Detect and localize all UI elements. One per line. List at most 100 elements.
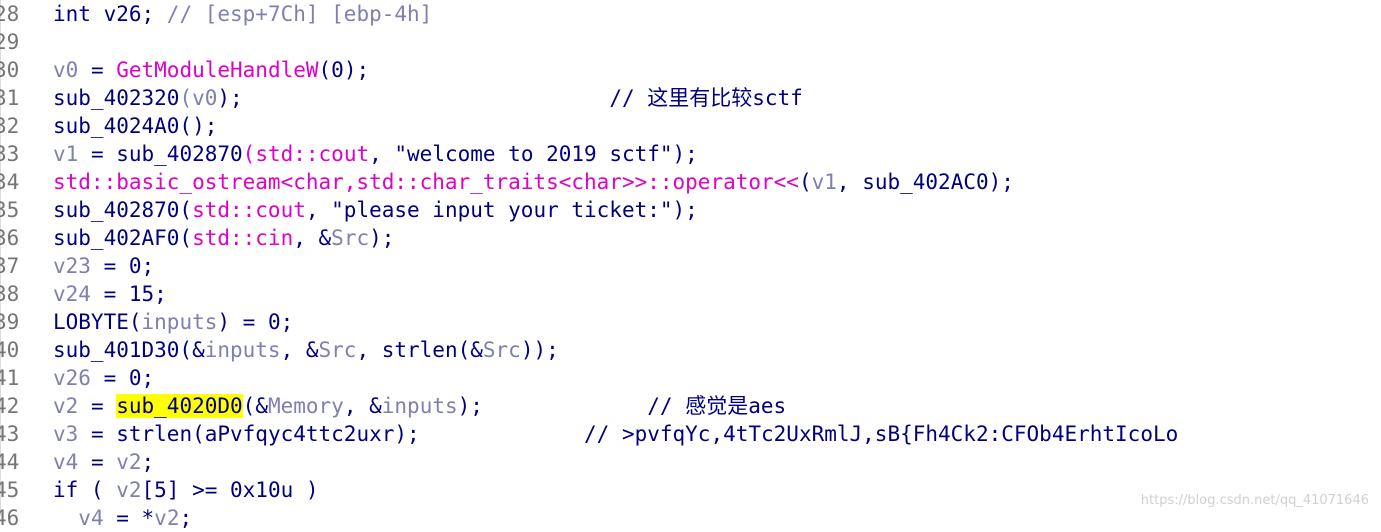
code-token[interactable]: v26	[53, 366, 91, 390]
code-token[interactable]: v4	[78, 506, 103, 530]
code-text[interactable]: LOBYTE(inputs) = 0;	[53, 308, 293, 336]
code-token[interactable]: = 0;	[91, 254, 155, 278]
code-token[interactable]: (v0	[179, 86, 217, 110]
code-token[interactable]: // 这里有比较sctf	[609, 86, 803, 110]
code-token[interactable]: std::cin	[192, 226, 293, 250]
code-token[interactable]: ); // 感觉是aes	[458, 394, 787, 418]
code-token[interactable]: v2	[116, 478, 141, 502]
code-token[interactable]	[53, 506, 78, 530]
code-token[interactable]: if (	[53, 478, 116, 502]
code-token[interactable]: (&	[243, 394, 268, 418]
code-token[interactable]: , "welcome to 2019 sctf");	[369, 142, 698, 166]
line-number: 35	[0, 198, 20, 222]
code-token[interactable]: = 0;	[91, 366, 155, 390]
code-token[interactable]: v0	[53, 58, 78, 82]
code-token[interactable]: int v26;	[53, 2, 167, 26]
code-token[interactable]: Src	[483, 338, 521, 362]
code-token[interactable]: , "please input your ticket:");	[306, 198, 698, 222]
line-number: 39	[0, 310, 20, 334]
code-token[interactable]: v1	[53, 142, 78, 166]
code-token[interactable]: , &	[281, 338, 319, 362]
code-text[interactable]: v4 = *v2;	[53, 504, 192, 532]
code-token[interactable]: =	[78, 450, 116, 474]
code-token[interactable]: v1	[812, 170, 837, 194]
line-number: 42	[0, 394, 20, 418]
code-text[interactable]: sub_402320(v0); // 这里有比较sctf	[53, 84, 803, 112]
code-token[interactable]: , &	[344, 394, 382, 418]
code-token[interactable]: = sub_402870	[78, 142, 243, 166]
code-token[interactable]: ;	[179, 506, 192, 530]
code-token[interactable]: inputs	[382, 394, 458, 418]
code-token[interactable]: sub_402AF0(	[53, 226, 192, 250]
code-token[interactable]: (	[799, 170, 812, 194]
code-token[interactable]: (0);	[319, 58, 370, 82]
line-number: 34	[0, 170, 20, 194]
code-token[interactable]: v2	[116, 450, 141, 474]
code-token[interactable]: );	[369, 226, 394, 250]
code-token[interactable]: LOBYTE(	[53, 310, 142, 334]
code-text[interactable]: v26 = 0;	[53, 364, 154, 392]
code-text[interactable]: v1 = sub_402870(std::cout, "welcome to 2…	[53, 140, 698, 168]
code-token[interactable]: v24	[53, 282, 91, 306]
code-token[interactable]: sub_401D30(&	[53, 338, 205, 362]
code-token[interactable]: =	[78, 394, 116, 418]
code-token[interactable]: // [esp+7Ch] [ebp-4h]	[167, 2, 433, 26]
code-text[interactable]: sub_402AF0(std::cin, &Src);	[53, 224, 394, 252]
code-token[interactable]: std::cout	[192, 198, 306, 222]
code-text[interactable]: sub_401D30(&inputs, &Src, strlen(&Src));	[53, 336, 559, 364]
code-text[interactable]: if ( v2[5] >= 0x10u )	[53, 476, 319, 504]
line-number: 38	[0, 282, 20, 306]
code-token[interactable]: =	[78, 58, 116, 82]
code-token[interactable]: Memory	[268, 394, 344, 418]
line-number: 40	[0, 338, 20, 362]
code-token[interactable]: v2	[154, 506, 179, 530]
code-text[interactable]: int v26; // [esp+7Ch] [ebp-4h]	[53, 0, 432, 28]
code-token[interactable]: sub_402320	[53, 86, 179, 110]
code-token[interactable]: , strlen(&	[356, 338, 482, 362]
code-token[interactable]: Src	[319, 338, 357, 362]
line-number: 37	[0, 254, 20, 278]
line-number: 30	[0, 58, 20, 82]
code-token[interactable]: GetModuleHandleW	[116, 58, 318, 82]
line-number: 44	[0, 450, 20, 474]
code-token[interactable]: v4	[53, 450, 78, 474]
line-number: 29	[0, 30, 20, 54]
code-token[interactable]: inputs	[205, 338, 281, 362]
code-token[interactable]: = *	[104, 506, 154, 530]
code-token[interactable]: sub_4024A0();	[53, 114, 217, 138]
code-text[interactable]: std::basic_ostream<char,std::char_traits…	[53, 168, 1014, 196]
code-token[interactable]: , &	[293, 226, 331, 250]
code-token[interactable]: = strlen(aPvfqyc4ttc2uxr); // >pvfqYc,4t…	[78, 422, 1178, 446]
code-token[interactable]: inputs	[142, 310, 218, 334]
code-token[interactable]: (std::cout	[243, 142, 369, 166]
code-text[interactable]: v24 = 15;	[53, 280, 167, 308]
code-text[interactable]: v2 = sub_4020D0(&Memory, &inputs); // 感觉…	[53, 392, 786, 420]
code-token[interactable]: ;	[142, 450, 155, 474]
code-text[interactable]: v23 = 0;	[53, 252, 154, 280]
code-text[interactable]: v4 = v2;	[53, 448, 154, 476]
code-token[interactable]: , sub_402AC0);	[837, 170, 1014, 194]
pseudocode-view[interactable]: 28 int v26; // [esp+7Ch] [ebp-4h] 29 30 v0 =…	[0, 0, 1381, 530]
code-token[interactable]: v3	[53, 422, 78, 446]
highlighted-identifier[interactable]: sub_4020D0	[116, 394, 243, 418]
line-number: 46	[0, 506, 20, 530]
code-token[interactable]: v2	[53, 394, 78, 418]
code-token[interactable]: std::basic_ostream<char,std::char_traits…	[53, 170, 799, 194]
code-token[interactable]: ));	[521, 338, 559, 362]
watermark: https://blog.csdn.net/qq_41071646	[1140, 493, 1369, 508]
line-number: 43	[0, 422, 20, 446]
line-number: 41	[0, 366, 20, 390]
code-token[interactable]: = 15;	[91, 282, 167, 306]
code-token[interactable]: [5] >= 0x10u )	[142, 478, 319, 502]
code-token[interactable]: );	[217, 86, 609, 110]
code-token[interactable]: ) = 0;	[217, 310, 293, 334]
code-text[interactable]: v3 = strlen(aPvfqyc4ttc2uxr); // >pvfqYc…	[53, 420, 1178, 448]
code-text[interactable]: sub_4024A0();	[53, 112, 217, 140]
code-text[interactable]: sub_402870(std::cout, "please input your…	[53, 196, 698, 224]
line-number: 33	[0, 142, 20, 166]
line-number: 45	[0, 478, 20, 502]
code-text[interactable]: v0 = GetModuleHandleW(0);	[53, 56, 369, 84]
code-token[interactable]: sub_402870(	[53, 198, 192, 222]
code-token[interactable]: Src	[331, 226, 369, 250]
code-token[interactable]: v23	[53, 254, 91, 278]
